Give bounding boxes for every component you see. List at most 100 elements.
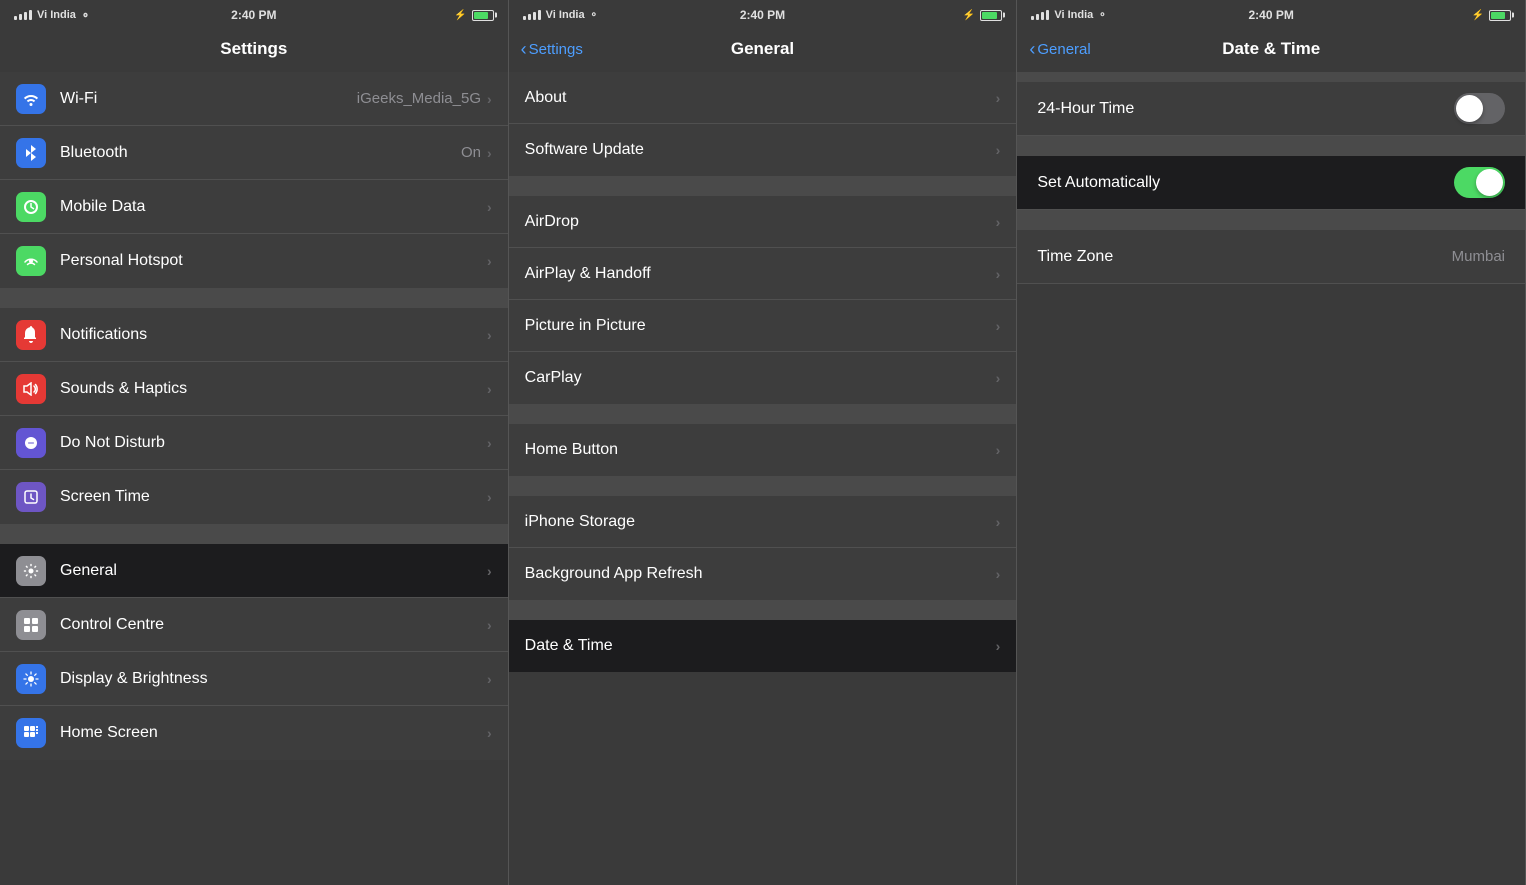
softwareupdate-chevron: › (996, 142, 1001, 158)
setting-notifications[interactable]: Notifications › (0, 308, 508, 362)
timezone-row[interactable]: Time Zone Mumbai (1017, 230, 1525, 284)
softwareupdate-row[interactable]: Software Update › (509, 124, 1017, 176)
notifications-label: Notifications (60, 326, 487, 344)
display-chevron: › (487, 671, 492, 687)
pip-row[interactable]: Picture in Picture › (509, 300, 1017, 352)
signal-bars-2 (523, 10, 541, 20)
about-chevron: › (996, 90, 1001, 106)
dnd-icon (16, 428, 46, 458)
hotspot-icon (16, 246, 46, 276)
airplay-row[interactable]: AirPlay & Handoff › (509, 248, 1017, 300)
datetime-panel: Vi India ⚬ 2:40 PM ⚡ ‹ General Date & Ti… (1017, 0, 1526, 885)
notifications-chevron: › (487, 327, 492, 343)
status-bar-2: Vi India ⚬ 2:40 PM ⚡ (509, 0, 1017, 28)
status-left-3: Vi India ⚬ (1031, 9, 1106, 21)
general-label: General (60, 562, 487, 580)
iphonestorage-row[interactable]: iPhone Storage › (509, 496, 1017, 548)
cc-label: Control Centre (60, 616, 487, 634)
bluetooth-icon (16, 138, 46, 168)
pip-chevron: › (996, 318, 1001, 334)
setting-sounds[interactable]: Sounds & Haptics › (0, 362, 508, 416)
airdrop-chevron: › (996, 214, 1001, 230)
wifi-icon (16, 84, 46, 114)
signal-bar (29, 10, 32, 20)
signal-bar (14, 16, 17, 20)
status-right-1: ⚡ (454, 10, 493, 21)
signal-bar (24, 12, 27, 20)
divider-g3 (509, 476, 1017, 496)
screentime-label: Screen Time (60, 488, 487, 506)
display-icon (16, 664, 46, 694)
charging-icon-1: ⚡ (454, 10, 466, 21)
signal-bar (1046, 10, 1049, 20)
signal-bar (1031, 16, 1034, 20)
divider-2 (0, 524, 508, 544)
time-2: 2:40 PM (740, 8, 785, 22)
datetime-row[interactable]: Date & Time › (509, 620, 1017, 672)
back-chevron-2: ‹ (521, 40, 527, 58)
signal-bar (1036, 14, 1039, 20)
bluetooth-value: On (461, 144, 481, 161)
homescreen-icon (16, 718, 46, 748)
setauto-thumb (1476, 169, 1503, 196)
signal-bars-1 (14, 10, 32, 20)
setting-controlcentre[interactable]: Control Centre › (0, 598, 508, 652)
back-to-general[interactable]: ‹ General (1029, 41, 1090, 58)
datetime-title: Date & Time (1222, 39, 1320, 59)
divider-dt2 (1017, 210, 1525, 230)
general-list: About › Software Update › AirDrop › AirP… (509, 72, 1017, 885)
general-icon (16, 556, 46, 586)
divider-g4 (509, 600, 1017, 620)
back-chevron-3: ‹ (1029, 40, 1035, 58)
setting-donotdisturb[interactable]: Do Not Disturb › (0, 416, 508, 470)
storage-chevron: › (996, 514, 1001, 530)
signal-bar (523, 16, 526, 20)
sounds-chevron: › (487, 381, 492, 397)
divider-g1 (509, 176, 1017, 196)
divider-g2 (509, 404, 1017, 424)
about-row[interactable]: About › (509, 72, 1017, 124)
24hour-toggle[interactable] (1454, 93, 1505, 124)
setting-screentime[interactable]: Screen Time › (0, 470, 508, 524)
setting-bluetooth[interactable]: Bluetooth On › (0, 126, 508, 180)
section-datetime: Date & Time › (509, 620, 1017, 672)
signal-bar (533, 12, 536, 20)
section-network: Wi-Fi iGeeks_Media_5G › Bluetooth On › M… (0, 72, 508, 288)
setting-homescreen[interactable]: Home Screen › (0, 706, 508, 760)
carplay-row[interactable]: CarPlay › (509, 352, 1017, 404)
bluetooth-label: Bluetooth (60, 144, 461, 162)
cc-chevron: › (487, 617, 492, 633)
carrier-1: Vi India (37, 9, 76, 21)
homebutton-row[interactable]: Home Button › (509, 424, 1017, 476)
homebutton-chevron: › (996, 442, 1001, 458)
charging-icon-2: ⚡ (963, 10, 975, 21)
general-panel: Vi India ⚬ 2:40 PM ⚡ ‹ Settings General … (509, 0, 1018, 885)
homebutton-label: Home Button (525, 441, 996, 459)
airdrop-row[interactable]: AirDrop › (509, 196, 1017, 248)
pip-label: Picture in Picture (525, 317, 996, 335)
section-24hour: 24-Hour Time (1017, 82, 1525, 136)
time-1: 2:40 PM (231, 8, 276, 22)
setauto-label: Set Automatically (1037, 174, 1454, 192)
dnd-label: Do Not Disturb (60, 434, 487, 452)
battery-3 (1489, 10, 1511, 21)
notifications-icon (16, 320, 46, 350)
setauto-row: Set Automatically (1017, 156, 1525, 210)
signal-bar (19, 14, 22, 20)
bgrefresh-row[interactable]: Background App Refresh › (509, 548, 1017, 600)
24hour-row: 24-Hour Time (1017, 82, 1525, 136)
cc-icon (16, 610, 46, 640)
24hour-thumb (1456, 95, 1483, 122)
setting-display[interactable]: Display & Brightness › (0, 652, 508, 706)
setauto-toggle[interactable] (1454, 167, 1505, 198)
back-to-settings[interactable]: ‹ Settings (521, 41, 583, 58)
section-general: General › Control Centre › Display & Bri… (0, 544, 508, 760)
timezone-label: Time Zone (1037, 248, 1451, 266)
setting-wifi[interactable]: Wi-Fi iGeeks_Media_5G › (0, 72, 508, 126)
setting-hotspot[interactable]: Personal Hotspot › (0, 234, 508, 288)
timezone-value: Mumbai (1452, 248, 1505, 265)
status-right-3: ⚡ (1472, 10, 1511, 21)
setting-general[interactable]: General › (0, 544, 508, 598)
setting-mobiledata[interactable]: Mobile Data › (0, 180, 508, 234)
screentime-chevron: › (487, 489, 492, 505)
